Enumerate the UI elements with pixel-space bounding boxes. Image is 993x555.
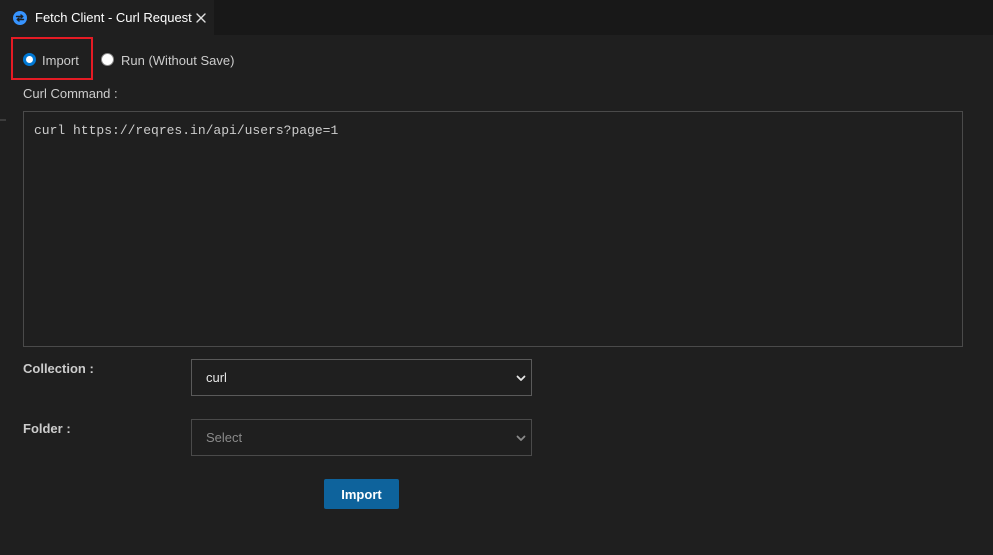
collection-select[interactable]: curl	[191, 359, 532, 396]
curl-command-textarea[interactable]: curl https://reqres.in/api/users?page=1	[23, 111, 963, 347]
close-icon[interactable]	[193, 10, 209, 26]
folder-select[interactable]: Select	[191, 419, 532, 456]
import-radio[interactable]	[23, 53, 36, 66]
chevron-down-icon	[515, 432, 527, 444]
folder-select-value: Select	[206, 430, 243, 445]
run-without-save-radio[interactable]	[101, 53, 114, 66]
collection-label: Collection :	[23, 361, 94, 376]
collection-select-value: curl	[206, 370, 227, 385]
tab-curl-request[interactable]: Fetch Client - Curl Request	[0, 0, 214, 35]
import-radio-label[interactable]: Import	[42, 53, 79, 69]
fetch-client-icon	[12, 10, 28, 26]
tab-title: Fetch Client - Curl Request	[35, 10, 192, 25]
curl-command-label: Curl Command :	[23, 86, 118, 101]
chevron-down-icon	[515, 372, 527, 384]
import-button[interactable]: Import	[324, 479, 399, 509]
editor-tab-bar: Fetch Client - Curl Request	[0, 0, 993, 35]
run-without-save-radio-label[interactable]: Run (Without Save)	[121, 53, 234, 69]
panel-edge-divider	[0, 119, 6, 121]
folder-label: Folder :	[23, 421, 71, 436]
